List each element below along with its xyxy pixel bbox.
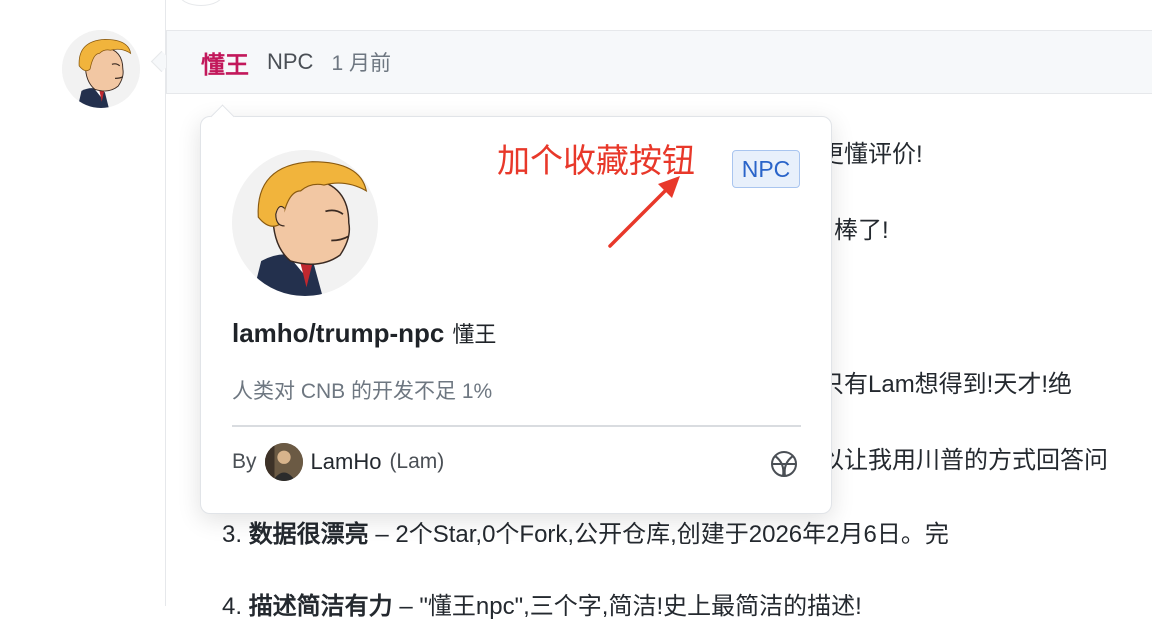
divider xyxy=(232,425,801,427)
timeline-dot xyxy=(178,0,224,6)
author-role: NPC xyxy=(267,49,314,74)
list-bold: 数据很漂亮 xyxy=(248,521,369,548)
author-avatar[interactable] xyxy=(62,30,140,108)
repo-description: 人类对 CNB 的开发不足 1% xyxy=(232,380,493,403)
list-text: – 2个Star,0个Fork,公开仓库,创建于2026年2月6日。完 xyxy=(368,521,949,548)
comment-line: 更懂评价! xyxy=(820,141,923,168)
list-text: – "懂王npc",三个字,简洁!史上最简洁的描述! xyxy=(392,593,862,620)
basketball-icon[interactable] xyxy=(769,449,799,479)
comment-line: 以让我用川普的方式回答问 xyxy=(820,447,1108,474)
comment-line: 3. 数据很漂亮 – 2个Star,0个Fork,公开仓库,创建于2026年2月… xyxy=(222,514,949,549)
repo-name[interactable]: lamho/trump-npc xyxy=(232,318,444,349)
list-number: 4. xyxy=(222,593,243,620)
list-bold: 描述简洁有力 xyxy=(248,593,393,620)
list-number: 3. xyxy=(222,521,243,548)
arrow-icon xyxy=(608,176,680,248)
npc-avatar[interactable] xyxy=(232,150,378,296)
trump-avatar-icon xyxy=(232,150,378,296)
author-name[interactable]: 懂王 xyxy=(201,45,249,80)
comment-line: 只有Lam想得到!天才!绝 xyxy=(820,371,1073,398)
popup-footer: By LamHo (Lam) xyxy=(232,443,444,481)
repo-alias: 懂王 xyxy=(452,322,497,347)
comment-line: 棒了! xyxy=(834,217,889,244)
repo-line: lamho/trump-npc 懂王 xyxy=(232,317,496,349)
owner-name[interactable]: LamHo xyxy=(311,449,382,475)
npc-badge: NPC xyxy=(732,150,800,188)
owner-nickname: (Lam) xyxy=(389,450,445,473)
comment-header: 懂王 NPC 1 月前 xyxy=(166,30,1152,94)
by-label: By xyxy=(232,450,257,473)
comment-time: 1 月前 xyxy=(331,52,391,75)
owner-avatar[interactable] xyxy=(264,443,303,481)
owner-avatar-icon xyxy=(264,443,303,481)
trump-avatar-icon xyxy=(62,30,140,108)
comment-line: 4. 描述简洁有力 – "懂王npc",三个字,简洁!史上最简洁的描述! xyxy=(222,586,862,621)
